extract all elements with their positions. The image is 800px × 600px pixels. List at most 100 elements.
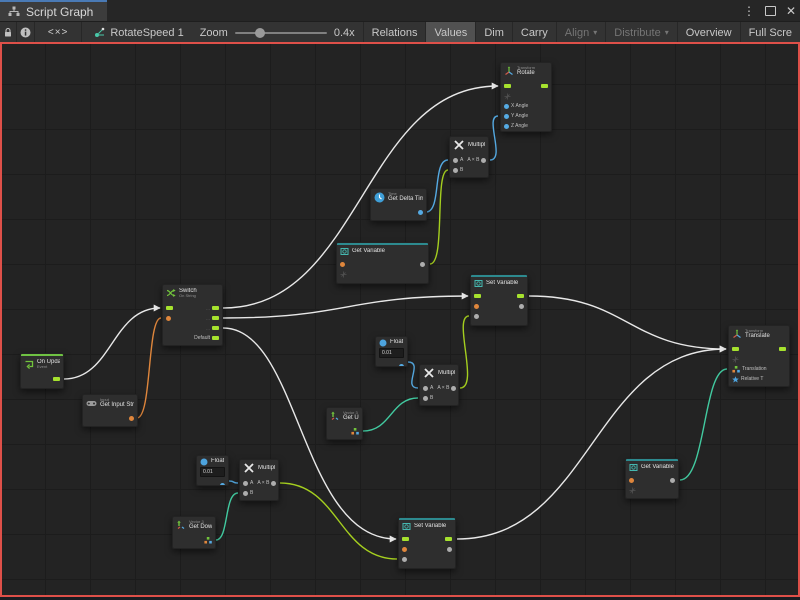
blue-value-port[interactable]	[220, 483, 225, 487]
orange-value-port[interactable]	[129, 416, 134, 421]
graph-toolbar: <×> RotateSpeed 1 Zoom 0.4x RelationsVal…	[0, 21, 800, 43]
zoom-slider[interactable]	[235, 32, 327, 34]
exec-port[interactable]	[541, 84, 548, 88]
vector3-icon	[330, 411, 340, 421]
blue-value-port[interactable]	[418, 210, 423, 215]
tab-title: Script Graph	[26, 5, 93, 19]
lock-button[interactable]	[0, 22, 17, 43]
gray-value-port[interactable]	[453, 158, 458, 163]
exec-port[interactable]	[212, 306, 219, 310]
blue-value-port[interactable]	[504, 104, 509, 109]
get-input-string-node[interactable]: InputGet Input String	[82, 394, 138, 427]
exec-port[interactable]	[445, 537, 452, 541]
node-header: InputGet Input String	[83, 395, 137, 411]
exec-port[interactable]	[732, 347, 739, 351]
gray-value-port[interactable]	[670, 478, 675, 483]
orange-value-port[interactable]	[474, 304, 479, 309]
exec-port[interactable]	[517, 294, 524, 298]
view-button-values[interactable]: Values	[425, 22, 475, 43]
blue-value-port[interactable]	[504, 114, 509, 119]
node-header: Float	[376, 337, 407, 348]
exec-port[interactable]	[212, 336, 219, 340]
gray-value-port[interactable]	[243, 491, 248, 496]
gray-value-port[interactable]	[271, 481, 276, 486]
orange-value-port[interactable]	[402, 547, 407, 552]
exec-port[interactable]	[402, 537, 409, 541]
exec-port[interactable]	[504, 84, 511, 88]
port-row	[729, 354, 789, 364]
view-button-carry[interactable]: Carry	[512, 22, 556, 43]
port-label: B	[250, 490, 253, 496]
port-row	[501, 91, 551, 101]
view-button-full-scre[interactable]: Full Scre	[740, 22, 800, 43]
port-label: B	[460, 167, 463, 173]
object-port[interactable]	[732, 376, 739, 383]
orange-value-port[interactable]	[340, 262, 345, 267]
orange-value-port[interactable]	[166, 316, 171, 321]
exec-port[interactable]	[166, 306, 173, 310]
float-bottom-node[interactable]: Float0.01	[196, 455, 229, 486]
get-variable-top-node[interactable]: Get Variable	[336, 242, 429, 284]
edit-graph-button[interactable]: <×>	[35, 22, 82, 43]
view-button-dim[interactable]: Dim	[475, 22, 512, 43]
port-row	[399, 554, 455, 564]
view-button-overview[interactable]: Overview	[677, 22, 740, 43]
gray-value-port[interactable]	[402, 557, 407, 562]
switch-on-string-node[interactable]: SwitchOn String………Default	[162, 284, 223, 346]
port-row: B	[420, 393, 458, 403]
transform-translate-node[interactable]: TransformTranslateTranslationRelative T	[728, 325, 790, 387]
node-subtitle: On String	[179, 294, 197, 298]
close-icon[interactable]: ✕	[786, 4, 796, 18]
multiply-icon	[243, 462, 255, 474]
graph-breadcrumb[interactable]: RotateSpeed 1	[82, 22, 193, 43]
set-variable-top-node[interactable]: Set Variable	[470, 274, 528, 326]
lock-icon	[3, 27, 13, 38]
vector3-port[interactable]	[204, 537, 212, 544]
on-update-node[interactable]: On UpdateEvent	[20, 353, 64, 389]
blue-value-port[interactable]	[504, 124, 509, 129]
gray-value-port[interactable]	[420, 262, 425, 267]
zoom-slider-handle[interactable]	[255, 28, 265, 38]
set-variable-bottom-node[interactable]: Set Variable	[398, 517, 456, 569]
float-top-node[interactable]: Float0.01	[375, 336, 408, 367]
port-label: Y Angle	[511, 113, 528, 119]
node-title: Get Down	[189, 524, 212, 531]
get-variable-right-node[interactable]: Get Variable	[625, 458, 679, 499]
view-button-relations[interactable]: Relations	[363, 22, 426, 43]
orange-value-port[interactable]	[629, 478, 634, 483]
blue-value-port[interactable]	[399, 364, 404, 368]
multiply-top-node[interactable]: MultiplyAA × BB	[449, 136, 489, 178]
gray-value-port[interactable]	[453, 168, 458, 173]
exec-port[interactable]	[53, 377, 60, 381]
gray-value-port[interactable]	[519, 304, 524, 309]
exec-port[interactable]	[474, 294, 481, 298]
get-delta-time-node[interactable]: TimeGet Delta Time	[370, 188, 427, 221]
gray-value-port[interactable]	[447, 547, 452, 552]
maximize-icon[interactable]	[765, 6, 776, 16]
script-graph-icon	[94, 27, 105, 38]
vector3-port[interactable]	[732, 366, 740, 373]
vector3-get-down-node[interactable]: Vector 3Get Down	[172, 516, 216, 549]
exec-port[interactable]	[212, 326, 219, 330]
gray-value-port[interactable]	[423, 386, 428, 391]
value-input[interactable]: 0.01	[200, 467, 225, 477]
gray-value-port[interactable]	[474, 314, 479, 319]
exec-port[interactable]	[212, 316, 219, 320]
exec-port[interactable]	[779, 347, 786, 351]
gray-value-port[interactable]	[451, 386, 456, 391]
gray-value-port[interactable]	[423, 396, 428, 401]
multiply-mid-node[interactable]: MultiplyAA × BB	[419, 364, 459, 406]
vector3-port[interactable]	[351, 428, 359, 435]
tab-script-graph[interactable]: Script Graph	[0, 0, 107, 21]
gray-value-port[interactable]	[243, 481, 248, 486]
window-menu-icon[interactable]: ⋮	[743, 4, 755, 18]
zoom-value: 0.4x	[334, 27, 355, 39]
graph-canvas[interactable]	[0, 42, 800, 597]
info-button[interactable]	[17, 22, 34, 43]
vector3-get-up-node[interactable]: Vector 3Get Up	[326, 407, 363, 440]
transform-rotate-node[interactable]: TransformRotateX AngleY AngleZ Angle	[500, 62, 552, 132]
port-label: A × B	[437, 385, 449, 391]
gray-value-port[interactable]	[481, 158, 486, 163]
value-input[interactable]: 0.01	[379, 348, 404, 358]
multiply-bottom-node[interactable]: MultiplyAA × BB	[239, 459, 279, 501]
